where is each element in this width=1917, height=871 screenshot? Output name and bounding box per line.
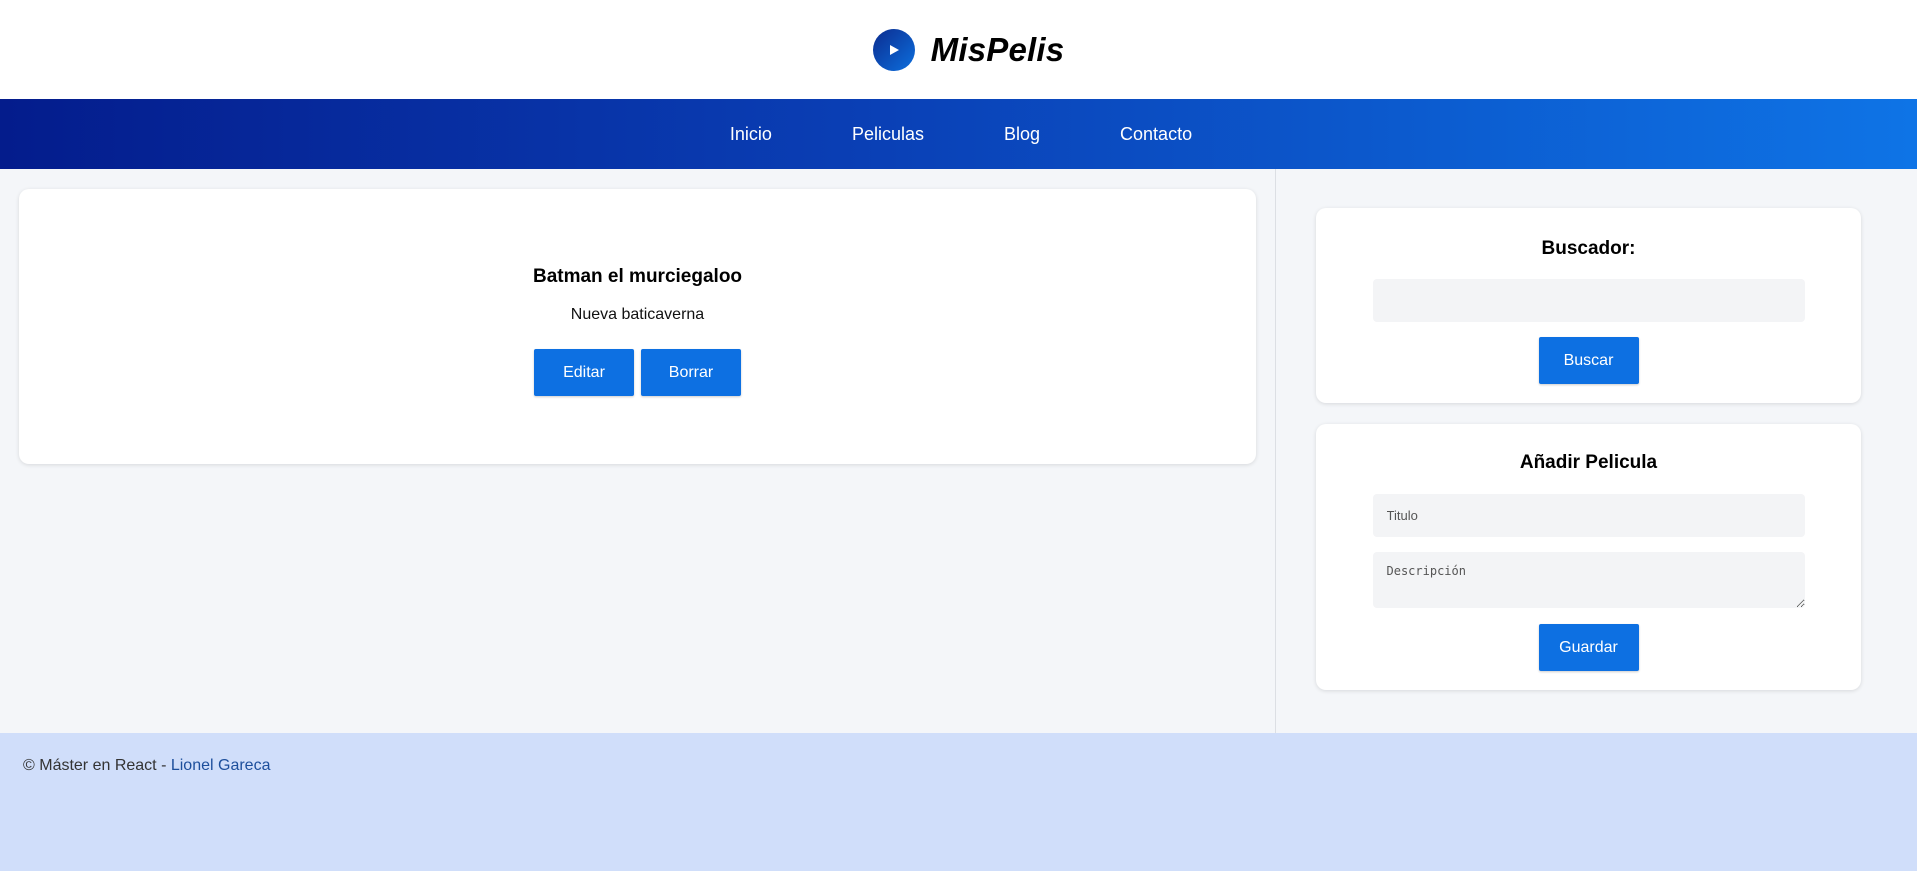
search-button[interactable]: Buscar (1538, 337, 1639, 384)
sidebar: Buscador: Buscar Añadir Pelicula Guardar (1275, 169, 1917, 733)
movie-actions: Editar Borrar (534, 349, 741, 396)
play-icon (872, 28, 915, 71)
movie-description: Nueva baticaverna (570, 306, 705, 323)
nav-link-blog[interactable]: Blog (1004, 124, 1040, 144)
main-nav: Inicio Peliculas Blog Contacto (0, 99, 1917, 169)
movie-title: Batman el murciegaloo (532, 266, 743, 287)
author-link[interactable]: Lionel Gareca (171, 757, 271, 774)
nav-item-peliculas: Peliculas (812, 124, 964, 145)
nav-link-inicio[interactable]: Inicio (730, 124, 772, 144)
movie-list: Batman el murciegaloo Nueva baticaverna … (0, 169, 1275, 733)
add-movie-title: Añadir Pelicula (1519, 452, 1658, 473)
title-input[interactable] (1372, 494, 1805, 537)
edit-button[interactable]: Editar (534, 349, 634, 396)
nav-list: Inicio Peliculas Blog Contacto (690, 124, 1232, 145)
site-footer: © Máster en React - Lionel Gareca (0, 733, 1917, 871)
movie-card: Batman el murciegaloo Nueva baticaverna … (19, 189, 1256, 464)
site-header: MisPelis (0, 0, 1917, 99)
logo[interactable]: MisPelis (872, 28, 1065, 71)
nav-item-blog: Blog (964, 124, 1080, 145)
nav-link-contacto[interactable]: Contacto (1120, 124, 1192, 144)
save-button[interactable]: Guardar (1538, 624, 1639, 671)
brand-name: MisPelis (930, 30, 1065, 68)
search-input[interactable] (1372, 279, 1805, 322)
description-textarea[interactable] (1372, 552, 1805, 608)
main-layout: Batman el murciegaloo Nueva baticaverna … (0, 169, 1917, 733)
search-card: Buscador: Buscar (1316, 208, 1861, 403)
add-movie-card: Añadir Pelicula Guardar (1316, 424, 1861, 690)
nav-link-peliculas[interactable]: Peliculas (852, 124, 924, 144)
search-title: Buscador: (1541, 238, 1636, 259)
footer-text: © Máster en React - (23, 757, 171, 774)
nav-item-contacto: Contacto (1080, 124, 1232, 145)
delete-button[interactable]: Borrar (641, 349, 741, 396)
nav-item-inicio: Inicio (690, 124, 812, 145)
